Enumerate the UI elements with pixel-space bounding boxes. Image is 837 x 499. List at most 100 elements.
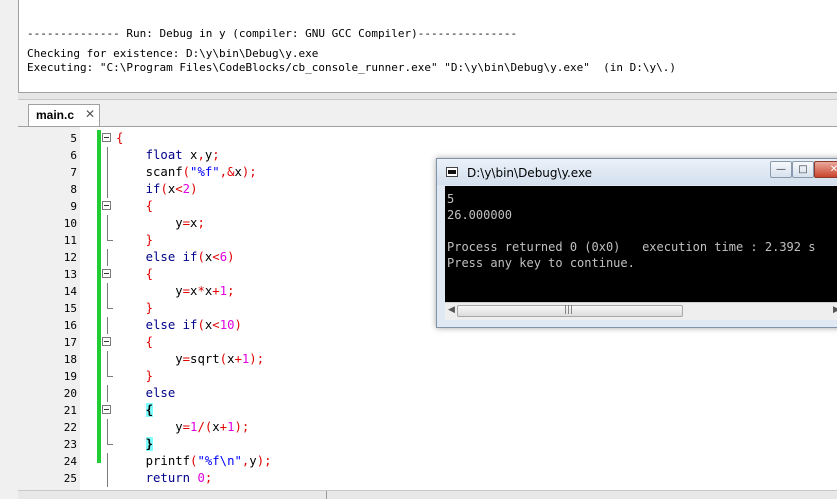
console-window[interactable]: D:\y\bin\Debug\y.exe — □ ✕ 5 26.000000 P… (436, 158, 837, 328)
fold-line (107, 215, 108, 232)
build-log-panel: -------------- Run: Debug in y (compiler… (18, 0, 837, 93)
code-text: else if(x<6) (145, 250, 235, 264)
line-number: 6 (70, 149, 77, 162)
line-number: 17 (63, 336, 77, 349)
code-line: 21 { (18, 402, 837, 419)
code-text: else (145, 386, 176, 400)
scrollbar-thumb[interactable]: ||| (457, 305, 683, 317)
code-text: printf("%f\n",y); (116, 454, 272, 468)
code-line: 5 { (18, 130, 837, 147)
code-text: { (116, 131, 124, 145)
line-number: 19 (63, 370, 77, 383)
line-number: 23 (63, 438, 77, 451)
line-number: 12 (63, 251, 77, 264)
line-number: 21 (63, 404, 77, 417)
code-line: 23 } (18, 436, 837, 453)
code-text: return 0; (145, 471, 213, 485)
build-log-line: Executing: "C:\Program Files\CodeBlocks/… (27, 61, 677, 74)
code-text: } (145, 301, 154, 315)
line-number: 13 (63, 268, 77, 281)
line-number: 7 (70, 166, 77, 179)
code-text: float x,y; (145, 148, 220, 162)
left-strip (0, 100, 19, 498)
code-text: } (145, 437, 154, 451)
code-text: { (145, 335, 154, 349)
fold-line (107, 249, 108, 266)
console-horizontal-scrollbar[interactable]: ◀ ||| ▶ (445, 302, 837, 320)
code-text: y=x*x+1; (116, 284, 235, 298)
line-number: 14 (63, 285, 77, 298)
tab-main-c[interactable]: main.c ✕ (28, 104, 100, 126)
console-line: 26.000000 (447, 208, 513, 222)
scroll-right-arrow-icon[interactable]: ▶ (833, 305, 837, 315)
line-number: 22 (63, 421, 77, 434)
code-text: { (145, 199, 154, 213)
fold-toggle-icon[interactable] (102, 133, 111, 142)
build-log-line: -------------- Run: Debug in y (compiler… (27, 27, 518, 40)
console-line: Process returned 0 (0x0) execution time … (447, 240, 816, 254)
code-text: } (145, 369, 154, 383)
fold-end (107, 300, 113, 309)
tab-label: main.c (36, 108, 75, 122)
code-text: y=1/(x+1); (116, 420, 250, 434)
code-line: 19 } (18, 368, 837, 385)
line-number: 16 (63, 319, 77, 332)
fold-toggle-icon[interactable] (102, 337, 111, 346)
code-text: scanf("%f",&x); (116, 165, 257, 179)
line-number: 20 (63, 387, 77, 400)
console-line: Press any key to continue. (447, 256, 635, 270)
fold-line (107, 164, 108, 181)
console-title-bar[interactable]: D:\y\bin\Debug\y.exe — □ ✕ (437, 159, 837, 185)
code-text: y=sqrt(x+1); (116, 352, 265, 366)
close-window-button[interactable]: ✕ (814, 161, 837, 178)
close-icon[interactable]: ✕ (85, 107, 95, 121)
fold-toggle-icon[interactable] (102, 269, 111, 278)
scroll-left-arrow-icon[interactable]: ◀ (448, 305, 455, 315)
fold-line (107, 317, 108, 334)
code-text: else if(x<10) (145, 318, 242, 332)
build-log-line: Checking for existence: D:\y\bin\Debug\y… (27, 47, 319, 60)
fold-line (107, 147, 108, 164)
line-number: 8 (70, 183, 77, 196)
console-title: D:\y\bin\Debug\y.exe (467, 166, 593, 180)
maximize-button[interactable]: □ (792, 161, 814, 178)
console-output[interactable]: 5 26.000000 Process returned 0 (0x0) exe… (445, 186, 837, 302)
fold-toggle-icon[interactable] (102, 405, 111, 414)
code-text: if(x<2) (145, 182, 198, 196)
code-text: y=x; (116, 216, 205, 230)
code-line: 25 return 0; (18, 470, 837, 487)
code-text: { (145, 403, 154, 417)
fold-end (107, 232, 113, 241)
grip-icon: ||| (564, 305, 574, 315)
editor-tab-bar: main.c ✕ (18, 100, 837, 127)
fold-line (107, 419, 108, 436)
fold-line (107, 283, 108, 300)
console-line: 5 (447, 192, 455, 206)
code-text: } (145, 233, 154, 247)
code-line: 24 printf("%f\n",y); (18, 453, 837, 470)
minimize-button[interactable]: — (770, 161, 792, 178)
console-app-icon (446, 167, 458, 177)
code-text: { (145, 267, 154, 281)
line-number: 9 (70, 200, 77, 213)
fold-line (107, 453, 108, 470)
line-number: 15 (63, 302, 77, 315)
fold-line (107, 181, 108, 198)
code-line: 18 y=sqrt(x+1); (18, 351, 837, 368)
line-number: 11 (63, 234, 77, 247)
code-line: 17 { (18, 334, 837, 351)
fold-end (107, 436, 113, 445)
line-number: 24 (63, 455, 77, 468)
code-line: 20 else (18, 385, 837, 402)
panel-splitter[interactable] (18, 93, 837, 100)
line-number: 10 (63, 217, 77, 230)
fold-line (107, 385, 108, 402)
code-line: 22 y=1/(x+1); (18, 419, 837, 436)
line-number: 5 (70, 132, 77, 145)
fold-toggle-icon[interactable] (102, 201, 111, 210)
fold-line (107, 470, 108, 487)
line-number: 18 (63, 353, 77, 366)
fold-end (107, 368, 113, 377)
line-number: 25 (63, 472, 77, 485)
fold-line (107, 351, 108, 368)
